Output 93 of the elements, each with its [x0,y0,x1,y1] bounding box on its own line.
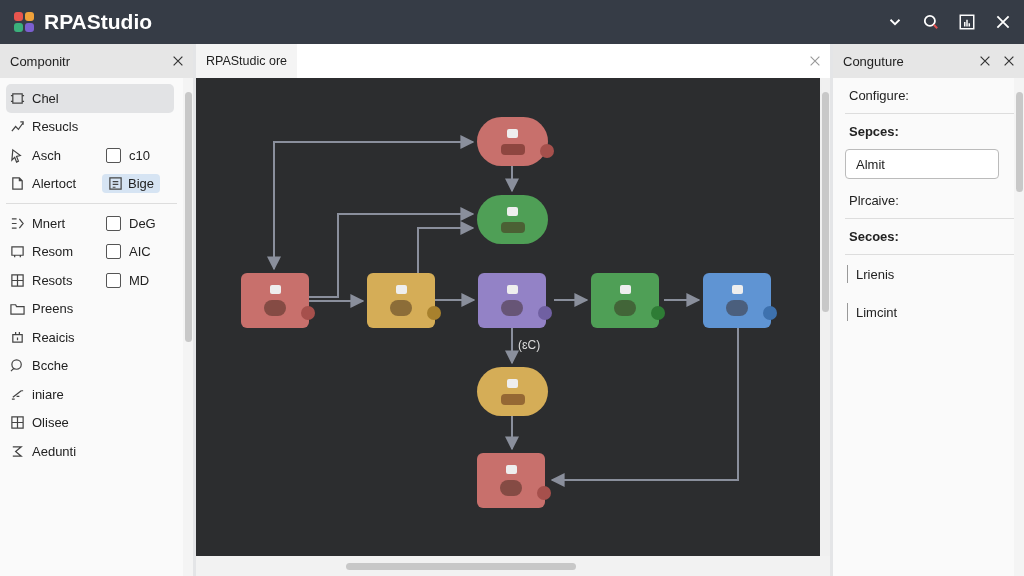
node-action-icon [390,300,412,316]
node-action-icon [726,300,748,316]
chart-icon[interactable] [958,13,976,31]
node-tab-icon [507,378,518,388]
component-item[interactable]: Resucls [6,112,98,141]
section-label: Sepces: [849,124,899,139]
checkbox[interactable] [106,215,121,231]
checkbox-option[interactable]: c10 [106,147,150,163]
logo-icon [12,10,36,34]
component-icon [10,301,25,317]
close-icon[interactable] [1002,54,1016,68]
close-icon[interactable] [978,54,992,68]
tree-item[interactable]: Limcint [856,304,898,320]
component-item[interactable]: Chel [6,84,174,113]
node-action-icon [264,300,286,316]
workflow-node[interactable] [477,195,548,244]
component-icon [10,90,25,106]
node-tab-icon [507,206,518,216]
close-icon[interactable] [994,13,1012,31]
component-icon [10,415,25,431]
workflow-node[interactable] [241,273,309,328]
port-dot[interactable] [427,306,441,320]
node-action-icon [614,300,636,316]
connector-arrow [553,293,589,307]
close-icon[interactable] [171,54,185,68]
window-title: RPAStudio [44,10,153,34]
node-tab-icon [619,285,631,294]
connector-arrow [505,327,519,365]
component-item[interactable]: Bcche [6,351,98,380]
form-icon [108,176,123,192]
node-action-icon [501,300,523,316]
component-item[interactable]: Mnert [6,209,98,238]
component-icon [10,443,25,459]
checkbox-option[interactable]: DeG [106,215,156,231]
workflow-node[interactable] [591,273,659,328]
port-dot[interactable] [537,486,551,500]
port-dot[interactable] [651,306,665,320]
scrollbar[interactable] [183,78,193,576]
component-item[interactable]: Aedunti [6,437,98,466]
node-tab-icon [506,285,518,294]
editor-tab[interactable]: RPAStudic ore [196,44,298,78]
component-icon [10,272,25,288]
node-action-icon [500,393,525,405]
component-icon [10,244,25,260]
node-tab-icon [731,285,743,294]
panel-title: Componitr [10,53,70,69]
connector-arrow [505,165,519,193]
node-tab-icon [507,128,518,138]
node-action-icon [500,221,525,233]
search-icon[interactable] [922,13,940,31]
port-dot[interactable] [763,306,777,320]
component-item[interactable]: iniare [6,380,98,409]
workflow-node[interactable] [477,367,548,416]
component-icon [10,215,25,231]
component-item[interactable]: Alertoct [6,169,98,198]
checkbox[interactable] [106,272,121,288]
component-item[interactable]: Preens [6,294,98,323]
component-item[interactable]: Asch [6,141,98,170]
workflow-node[interactable] [477,117,548,166]
panel-title: Conguture [843,53,904,69]
component-item[interactable]: Resots [6,266,98,295]
field-label: Plrcaive: [849,193,899,208]
node-tab-icon [269,285,281,294]
node-tab-icon [395,285,407,294]
component-icon [10,329,25,345]
component-item[interactable]: Resom [6,237,98,266]
workflow-node[interactable] [703,273,771,328]
port-dot[interactable] [301,306,315,320]
node-action-icon [500,143,525,155]
checkbox-option[interactable]: AIC [106,244,151,260]
config-heading: Configure: [849,88,909,103]
checkbox[interactable] [106,244,121,260]
port-dot[interactable] [538,306,552,320]
component-item[interactable]: Olisee [6,408,98,437]
input-field[interactable]: Almit [845,149,999,179]
node-tab-icon [505,465,517,474]
port-dot[interactable] [540,144,554,158]
node-action-icon [500,480,522,496]
component-item[interactable]: Reaicis [6,323,98,352]
connector-arrow [505,415,519,451]
component-chip[interactable]: Bige [102,174,161,194]
edge-label: (ɛC) [518,338,541,352]
scrollbar[interactable] [1014,78,1024,576]
connector-arrow [663,293,701,307]
workflow-node[interactable] [478,273,546,328]
checkbox[interactable] [106,147,121,163]
component-icon [10,358,25,374]
component-icon [10,176,25,192]
section-label: Secoes: [849,229,899,244]
workflow-node[interactable] [367,273,435,328]
checkbox-option[interactable]: MD [106,272,150,288]
tree-item[interactable]: Lrienis [856,266,895,282]
workflow-node[interactable] [477,453,545,508]
